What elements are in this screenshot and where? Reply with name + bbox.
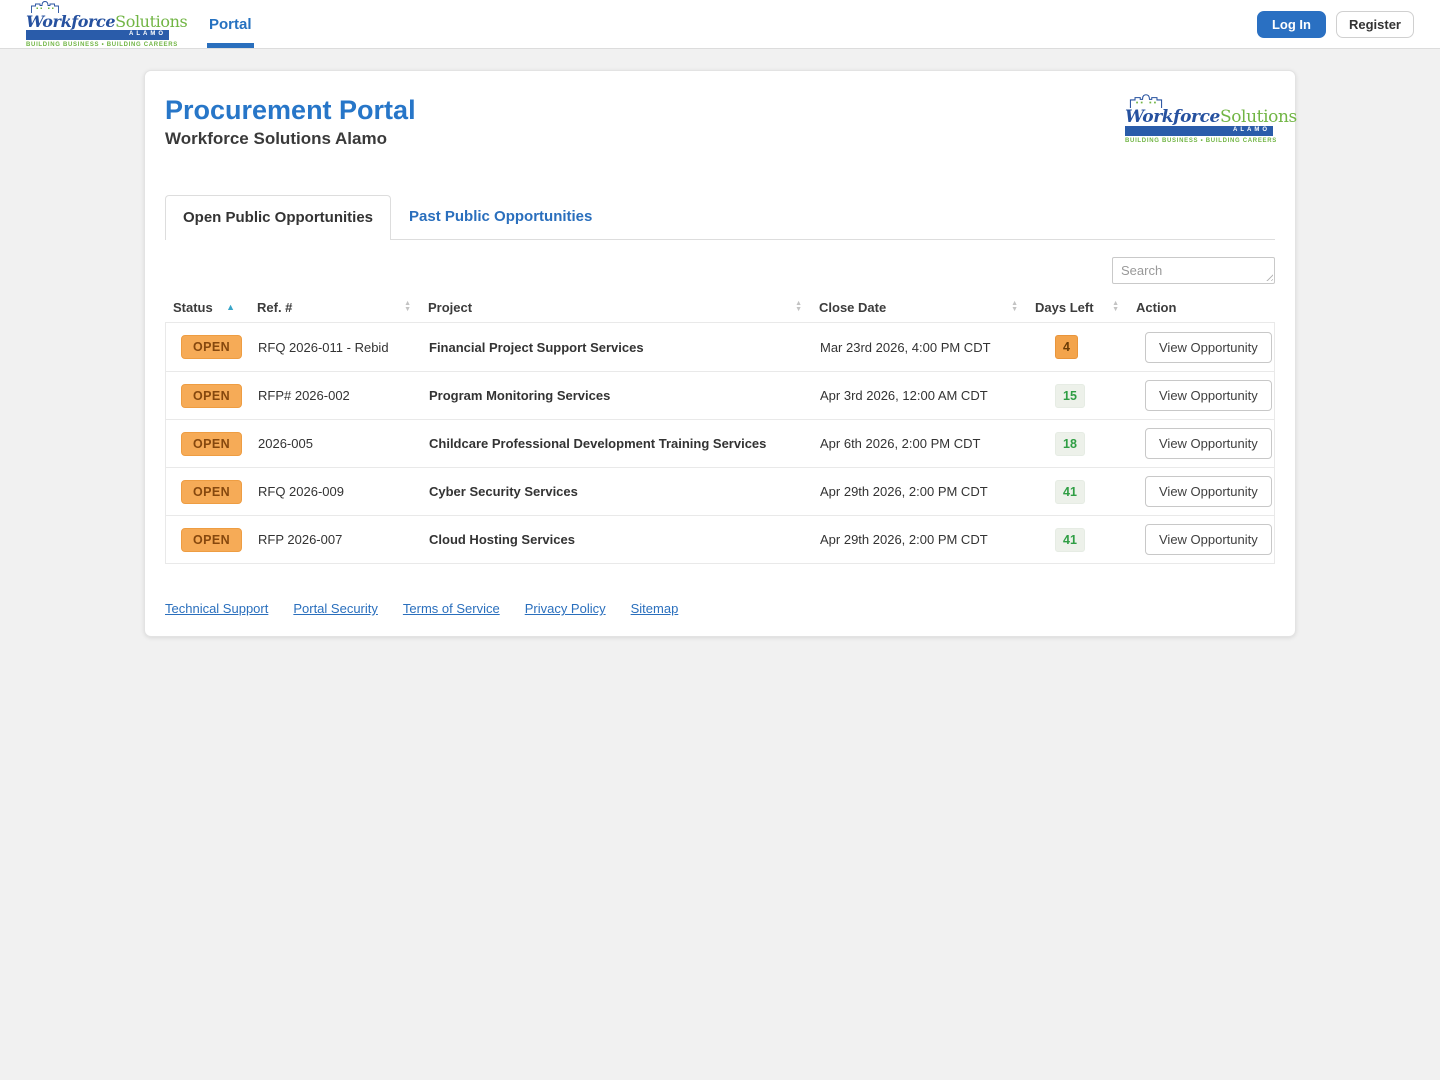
brand-wordmark: WorkforceSolutions: [26, 12, 188, 31]
days-left-badge: 41: [1055, 479, 1085, 504]
days-left-badge: 18: [1055, 431, 1085, 456]
sort-icon: ▲ ▼: [795, 300, 802, 313]
table-row: OPEN RFQ 2026-011 - Rebid Financial Proj…: [166, 323, 1274, 371]
sort-ascending-icon: ▲: [226, 301, 235, 312]
ref-number: RFP# 2026-002: [258, 388, 350, 403]
table-row: OPEN RFP# 2026-002 Program Monitoring Se…: [166, 371, 1274, 419]
login-button[interactable]: Log In: [1256, 10, 1326, 38]
project-name: Program Monitoring Services: [429, 388, 611, 403]
column-header-close-date[interactable]: Close Date ▲ ▼: [811, 300, 1027, 315]
card-header: Procurement Portal Workforce Solutions A…: [165, 93, 1297, 149]
search-row: [165, 257, 1275, 284]
status-badge: OPEN: [181, 479, 243, 504]
tab-open-public-opportunities[interactable]: Open Public Opportunities: [165, 195, 392, 240]
active-nav-underline: [207, 43, 254, 48]
table-row: OPEN RFP 2026-007 Cloud Hosting Services…: [166, 515, 1274, 563]
portal-link-label: Portal: [209, 15, 252, 33]
top-nav: WorkforceSolutions ALAMO BUILDING BUSINE…: [0, 0, 1440, 49]
footer-link-portal-security[interactable]: Portal Security: [293, 601, 378, 616]
card-footer: Technical Support Portal Security Terms …: [165, 601, 1275, 616]
footer-link-sitemap[interactable]: Sitemap: [631, 601, 679, 616]
brand-alamo-bar: ALAMO: [1125, 126, 1273, 136]
table-header-row: Status ▲ Ref. # ▲ ▼ Project ▲ ▼ Close Date…: [165, 292, 1275, 322]
sort-icon: ▲ ▼: [1011, 300, 1018, 313]
opportunities-tabbar: Open Public Opportunities Past Public Op…: [165, 195, 1275, 240]
column-header-days-left[interactable]: Days Left ▲ ▼: [1027, 300, 1128, 315]
column-header-action: Action: [1136, 299, 1177, 315]
ref-number: RFP 2026-007: [258, 532, 343, 547]
nav-brand-logo[interactable]: WorkforceSolutions ALAMO BUILDING BUSINE…: [26, 0, 188, 48]
project-name: Cloud Hosting Services: [429, 532, 575, 547]
days-left-badge: 4: [1055, 335, 1078, 359]
brand-tagline: BUILDING BUSINESS • BUILDING CAREERS: [26, 42, 178, 48]
ref-number: RFQ 2026-011 - Rebid: [258, 339, 389, 355]
days-left-badge: 15: [1055, 383, 1085, 408]
table-row: OPEN RFQ 2026-009 Cyber Security Service…: [166, 467, 1274, 515]
page-title: Procurement Portal: [165, 95, 416, 125]
brand-alamo-bar: ALAMO: [26, 30, 169, 40]
project-name: Childcare Professional Development Train…: [429, 436, 767, 451]
column-header-ref[interactable]: Ref. # ▲ ▼: [249, 300, 420, 315]
sort-icon: ▲ ▼: [1112, 300, 1119, 313]
brand-tagline: BUILDING BUSINESS • BUILDING CAREERS: [1125, 138, 1277, 144]
project-name: Cyber Security Services: [429, 484, 578, 499]
status-badge: OPEN: [181, 527, 243, 552]
brand-wordmark: WorkforceSolutions: [1125, 107, 1297, 127]
view-opportunity-button[interactable]: View Opportunity: [1145, 524, 1272, 555]
view-opportunity-button[interactable]: View Opportunity: [1145, 476, 1272, 507]
status-badge: OPEN: [181, 335, 243, 359]
column-header-status[interactable]: Status ▲: [165, 300, 249, 315]
footer-link-terms-of-service[interactable]: Terms of Service: [403, 601, 500, 616]
procurement-portal-card: Procurement Portal Workforce Solutions A…: [144, 70, 1297, 637]
page-subtitle: Workforce Solutions Alamo: [165, 129, 387, 148]
card-brand-logo: WorkforceSolutions ALAMO BUILDING BUSINE…: [1125, 93, 1297, 144]
project-name: Financial Project Support Services: [429, 339, 644, 355]
status-badge: OPEN: [181, 431, 243, 456]
search-input[interactable]: [1112, 257, 1275, 284]
view-opportunity-button[interactable]: View Opportunity: [1145, 331, 1272, 363]
close-date: Apr 6th 2026, 2:00 PM CDT: [820, 436, 981, 451]
table-row: OPEN 2026-005 Childcare Professional Dev…: [166, 419, 1274, 467]
footer-link-technical-support[interactable]: Technical Support: [165, 601, 268, 616]
footer-link-privacy-policy[interactable]: Privacy Policy: [525, 601, 606, 616]
ref-number: 2026-005: [258, 436, 313, 451]
close-date: Mar 23rd 2026, 4:00 PM CDT: [820, 339, 991, 355]
status-badge: OPEN: [181, 383, 243, 408]
opportunities-table: Status ▲ Ref. # ▲ ▼ Project ▲ ▼ Close Date…: [165, 292, 1275, 564]
register-button[interactable]: Register: [1335, 10, 1414, 38]
view-opportunity-button[interactable]: View Opportunity: [1145, 428, 1272, 459]
close-date: Apr 29th 2026, 2:00 PM CDT: [820, 532, 988, 547]
alamo-building-icon: [1127, 93, 1273, 108]
table-body: OPEN RFQ 2026-011 - Rebid Financial Proj…: [165, 322, 1275, 564]
close-date: Apr 29th 2026, 2:00 PM CDT: [820, 484, 988, 499]
nav-item-portal[interactable]: Portal: [207, 0, 254, 48]
column-header-project[interactable]: Project ▲ ▼: [420, 300, 811, 315]
view-opportunity-button[interactable]: View Opportunity: [1145, 380, 1272, 411]
sort-icon: ▲ ▼: [404, 300, 411, 313]
close-date: Apr 3rd 2026, 12:00 AM CDT: [820, 388, 988, 403]
days-left-badge: 41: [1055, 527, 1085, 552]
ref-number: RFQ 2026-009: [258, 484, 344, 499]
tab-past-public-opportunities[interactable]: Past Public Opportunities: [391, 195, 610, 239]
